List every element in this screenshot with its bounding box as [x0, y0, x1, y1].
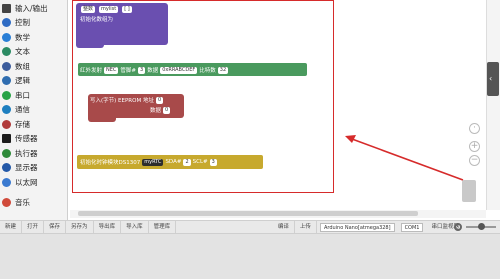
horizontal-scroll-thumb[interactable] — [78, 211, 418, 216]
port-select[interactable]: COM1 — [400, 222, 424, 232]
compile-button[interactable]: 编译 — [273, 221, 295, 233]
board-select[interactable]: Arduino Nano[atmega328] — [319, 222, 395, 232]
upload-button[interactable]: 上传 — [295, 221, 317, 233]
chevron-left-icon: ‹ — [489, 74, 493, 83]
open-button[interactable]: 打开 — [22, 221, 45, 233]
save-as-button[interactable]: 另存为 — [66, 221, 94, 233]
output-panel — [0, 234, 500, 279]
bottom-toolbar: 新建 打开 保存 另存为 导出库 导入库 管理库 编译 上传 Arduino N… — [0, 220, 500, 234]
import-lib-button[interactable]: 导入库 — [121, 221, 149, 233]
save-button[interactable]: 保存 — [44, 221, 67, 233]
vertical-scrollbar[interactable] — [486, 0, 500, 210]
export-lib-button[interactable]: 导出库 — [94, 221, 122, 233]
trash-icon[interactable] — [462, 180, 476, 202]
zoom-reset-icon[interactable]: · — [469, 123, 480, 134]
size-slider-knob[interactable] — [478, 223, 485, 230]
zoom-in-icon[interactable]: + — [469, 141, 480, 152]
zoom-out-icon[interactable]: − — [469, 155, 480, 166]
manage-lib-button[interactable]: 管理库 — [149, 221, 177, 233]
new-button[interactable]: 新建 — [0, 221, 23, 233]
gear-icon[interactable] — [454, 223, 462, 231]
